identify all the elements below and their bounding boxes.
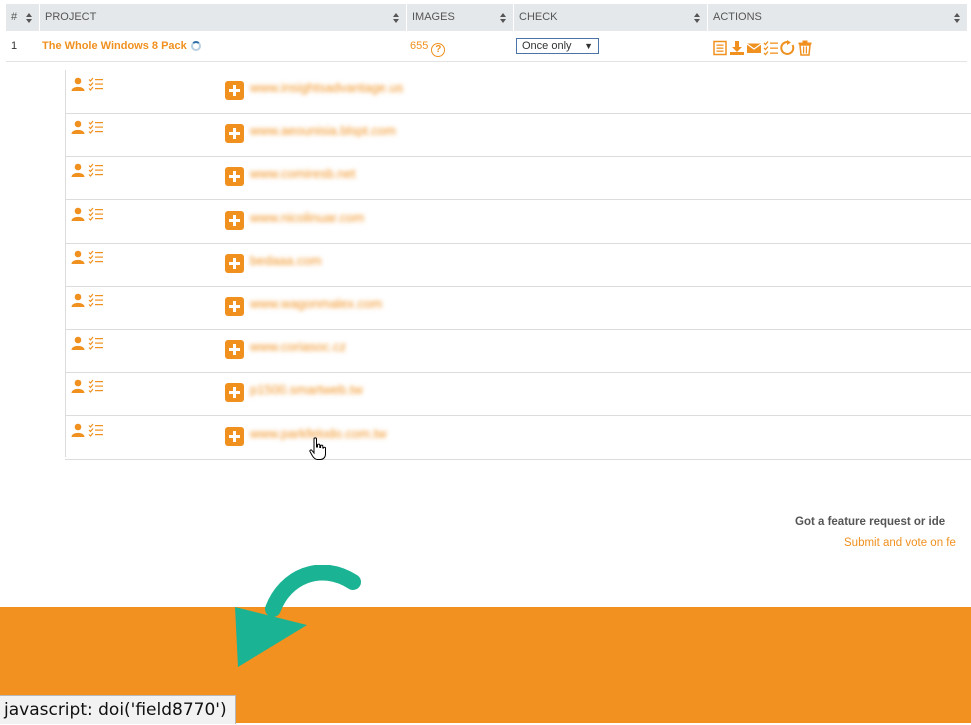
user-icon[interactable] — [71, 250, 85, 264]
checklist-icon[interactable] — [763, 40, 779, 56]
list-item: bedaaa.com — [65, 243, 971, 287]
checklist-icon[interactable] — [88, 250, 104, 264]
feature-request-link[interactable]: Submit and vote on fe — [844, 537, 956, 549]
column-header-project[interactable]: PROJECT — [40, 4, 406, 31]
domain-link[interactable]: www.comiresb.net — [250, 166, 355, 181]
check-frequency-select[interactable]: Once only ▼ — [516, 38, 599, 54]
user-icon[interactable] — [71, 336, 85, 351]
checklist-icon[interactable] — [88, 423, 104, 437]
add-button[interactable] — [225, 124, 244, 144]
domain-link[interactable]: www.insightsadvantage.us — [250, 80, 403, 95]
domain-link[interactable]: www.coriasoc.cz — [250, 339, 346, 354]
row-number: 1 — [11, 40, 18, 52]
domain-link[interactable]: www.aeounisia.blspt.com — [250, 123, 396, 138]
column-header-images[interactable]: IMAGES — [407, 4, 513, 31]
sort-icon — [26, 13, 33, 23]
user-icon[interactable] — [71, 293, 85, 307]
hand-cursor-icon — [309, 437, 326, 460]
project-name-link[interactable]: The Whole Windows 8 Pack — [42, 32, 187, 61]
list-item: p1500.smartweb.tw — [65, 372, 971, 417]
list-icon[interactable] — [712, 40, 728, 56]
user-icon[interactable] — [71, 120, 85, 135]
column-header-check[interactable]: CHECK — [514, 4, 707, 31]
list-item: www.parkfelodo.com.tw — [65, 416, 971, 460]
checklist-icon[interactable] — [88, 163, 104, 178]
sort-icon — [954, 13, 961, 23]
images-count[interactable]: 655? — [410, 32, 446, 61]
column-header-number[interactable]: # — [6, 4, 39, 31]
sort-icon — [393, 13, 400, 23]
sort-icon — [694, 13, 701, 23]
loading-spinner-icon — [191, 41, 201, 51]
domain-link[interactable]: www.nicolinuar.com — [250, 210, 364, 225]
user-icon[interactable] — [71, 163, 85, 178]
add-button[interactable] — [225, 383, 244, 403]
checklist-icon[interactable] — [88, 293, 104, 307]
list-item: www.comiresb.net — [65, 156, 971, 201]
list-item: www.wagonmalex.com — [65, 286, 971, 330]
user-icon[interactable] — [71, 379, 85, 394]
trash-icon[interactable] — [797, 40, 813, 56]
add-button[interactable] — [225, 253, 244, 273]
checklist-icon[interactable] — [88, 207, 104, 221]
column-header-actions[interactable]: ACTIONS — [708, 4, 967, 31]
checklist-icon[interactable] — [88, 77, 104, 91]
list-item: www.insightsadvantage.us — [65, 70, 971, 114]
list-item: www.aeounisia.blspt.com — [65, 113, 971, 158]
curved-arrow-icon — [235, 565, 361, 667]
list-item: www.coriasoc.cz — [65, 329, 971, 374]
envelope-icon[interactable] — [746, 40, 762, 56]
download-icon[interactable] — [729, 40, 745, 56]
sort-icon — [500, 13, 507, 23]
help-icon[interactable]: ? — [431, 43, 446, 57]
domain-link[interactable]: www.wagonmalex.com — [250, 296, 382, 311]
status-bar-url: javascript: doi('field8770') — [0, 695, 236, 724]
add-button[interactable] — [225, 81, 244, 100]
table-row: 1 The Whole Windows 8 Pack 655? Once onl… — [6, 32, 967, 62]
domain-link[interactable]: p1500.smartweb.tw — [250, 382, 363, 397]
add-button[interactable] — [225, 297, 244, 316]
add-button[interactable] — [225, 210, 244, 230]
checklist-icon[interactable] — [88, 379, 104, 394]
user-icon[interactable] — [71, 207, 85, 221]
feature-request-heading: Got a feature request or ide — [795, 516, 946, 528]
chevron-down-icon: ▼ — [584, 41, 593, 51]
checklist-icon[interactable] — [88, 336, 104, 351]
add-button[interactable] — [225, 426, 244, 446]
row-actions — [712, 40, 813, 56]
add-button[interactable] — [225, 167, 244, 187]
domain-link[interactable]: bedaaa.com — [250, 253, 322, 268]
list-item: www.nicolinuar.com — [65, 200, 971, 244]
refresh-icon[interactable] — [780, 40, 796, 56]
checklist-icon[interactable] — [88, 120, 104, 135]
user-icon[interactable] — [71, 423, 85, 437]
user-icon[interactable] — [71, 77, 85, 91]
add-button[interactable] — [225, 340, 244, 360]
table-header: # PROJECT IMAGES CHECK ACTIONS — [6, 4, 967, 31]
